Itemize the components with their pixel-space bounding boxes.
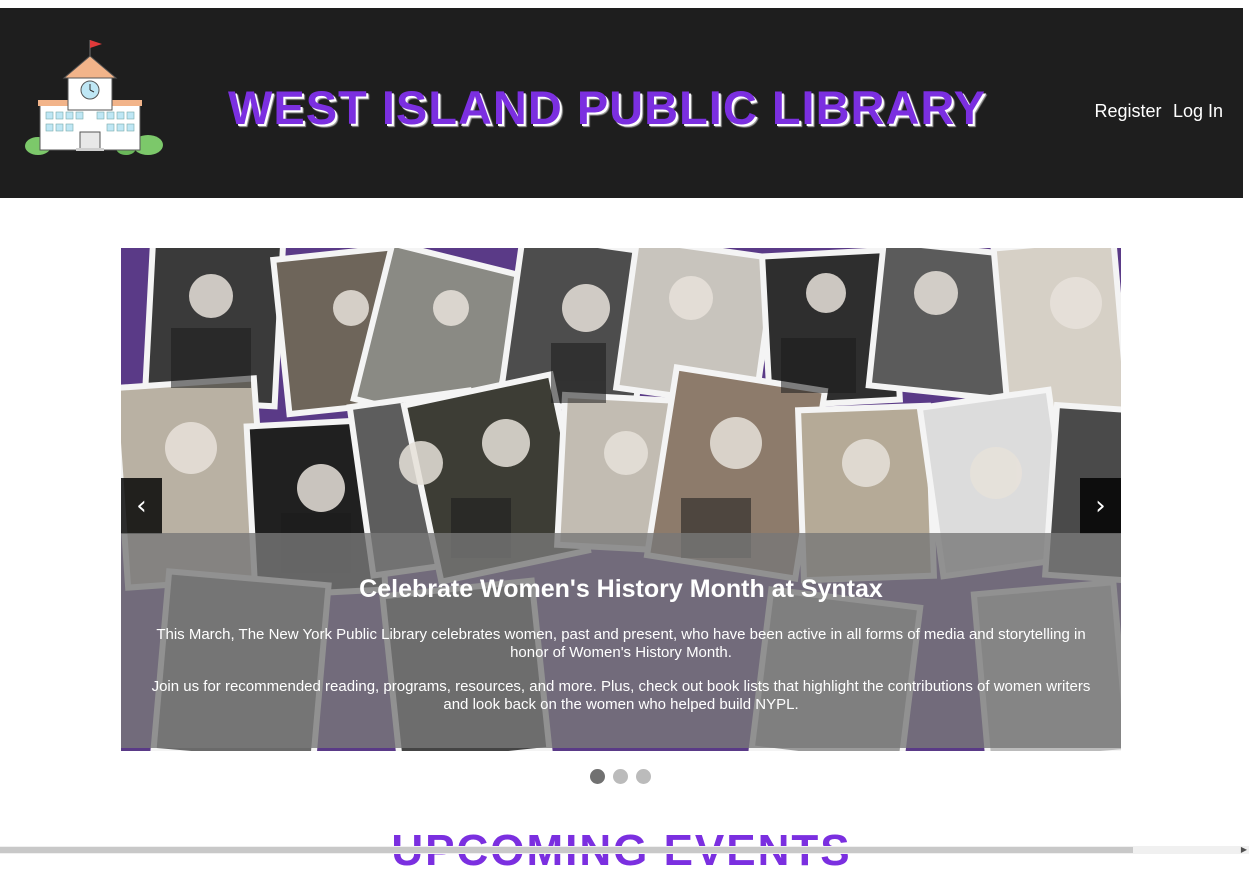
hero-carousel: ‹ › Celebrate Women's History Month at S… bbox=[121, 248, 1121, 751]
register-link[interactable]: Register bbox=[1094, 101, 1161, 121]
library-building-icon[interactable] bbox=[22, 38, 164, 160]
carousel-dot-3[interactable] bbox=[636, 769, 651, 784]
carousel-next-button[interactable]: › bbox=[1080, 478, 1121, 534]
horizontal-scrollbar[interactable]: ▶ bbox=[0, 845, 1249, 854]
site-header: WEST ISLAND PUBLIC LIBRARY Register Log … bbox=[0, 8, 1243, 198]
carousel-indicators bbox=[590, 769, 651, 784]
slide-caption-paragraph-2: Join us for recommended reading, program… bbox=[151, 678, 1091, 713]
login-link[interactable]: Log In bbox=[1173, 101, 1223, 121]
auth-links: Register Log In bbox=[1087, 101, 1223, 122]
site-title: WEST ISLAND PUBLIC LIBRARY bbox=[228, 81, 986, 134]
slide-caption-title: Celebrate Women's History Month at Synta… bbox=[359, 575, 883, 603]
carousel-dot-1[interactable] bbox=[590, 769, 605, 784]
carousel-prev-button[interactable]: ‹ bbox=[121, 478, 162, 534]
slide-caption-paragraph-1: This March, The New York Public Library … bbox=[156, 626, 1086, 661]
scroll-right-arrow-icon[interactable]: ▶ bbox=[1241, 845, 1247, 854]
scrollbar-thumb[interactable] bbox=[0, 847, 1133, 853]
carousel-dot-2[interactable] bbox=[613, 769, 628, 784]
slide-caption: Celebrate Women's History Month at Synta… bbox=[121, 533, 1121, 748]
